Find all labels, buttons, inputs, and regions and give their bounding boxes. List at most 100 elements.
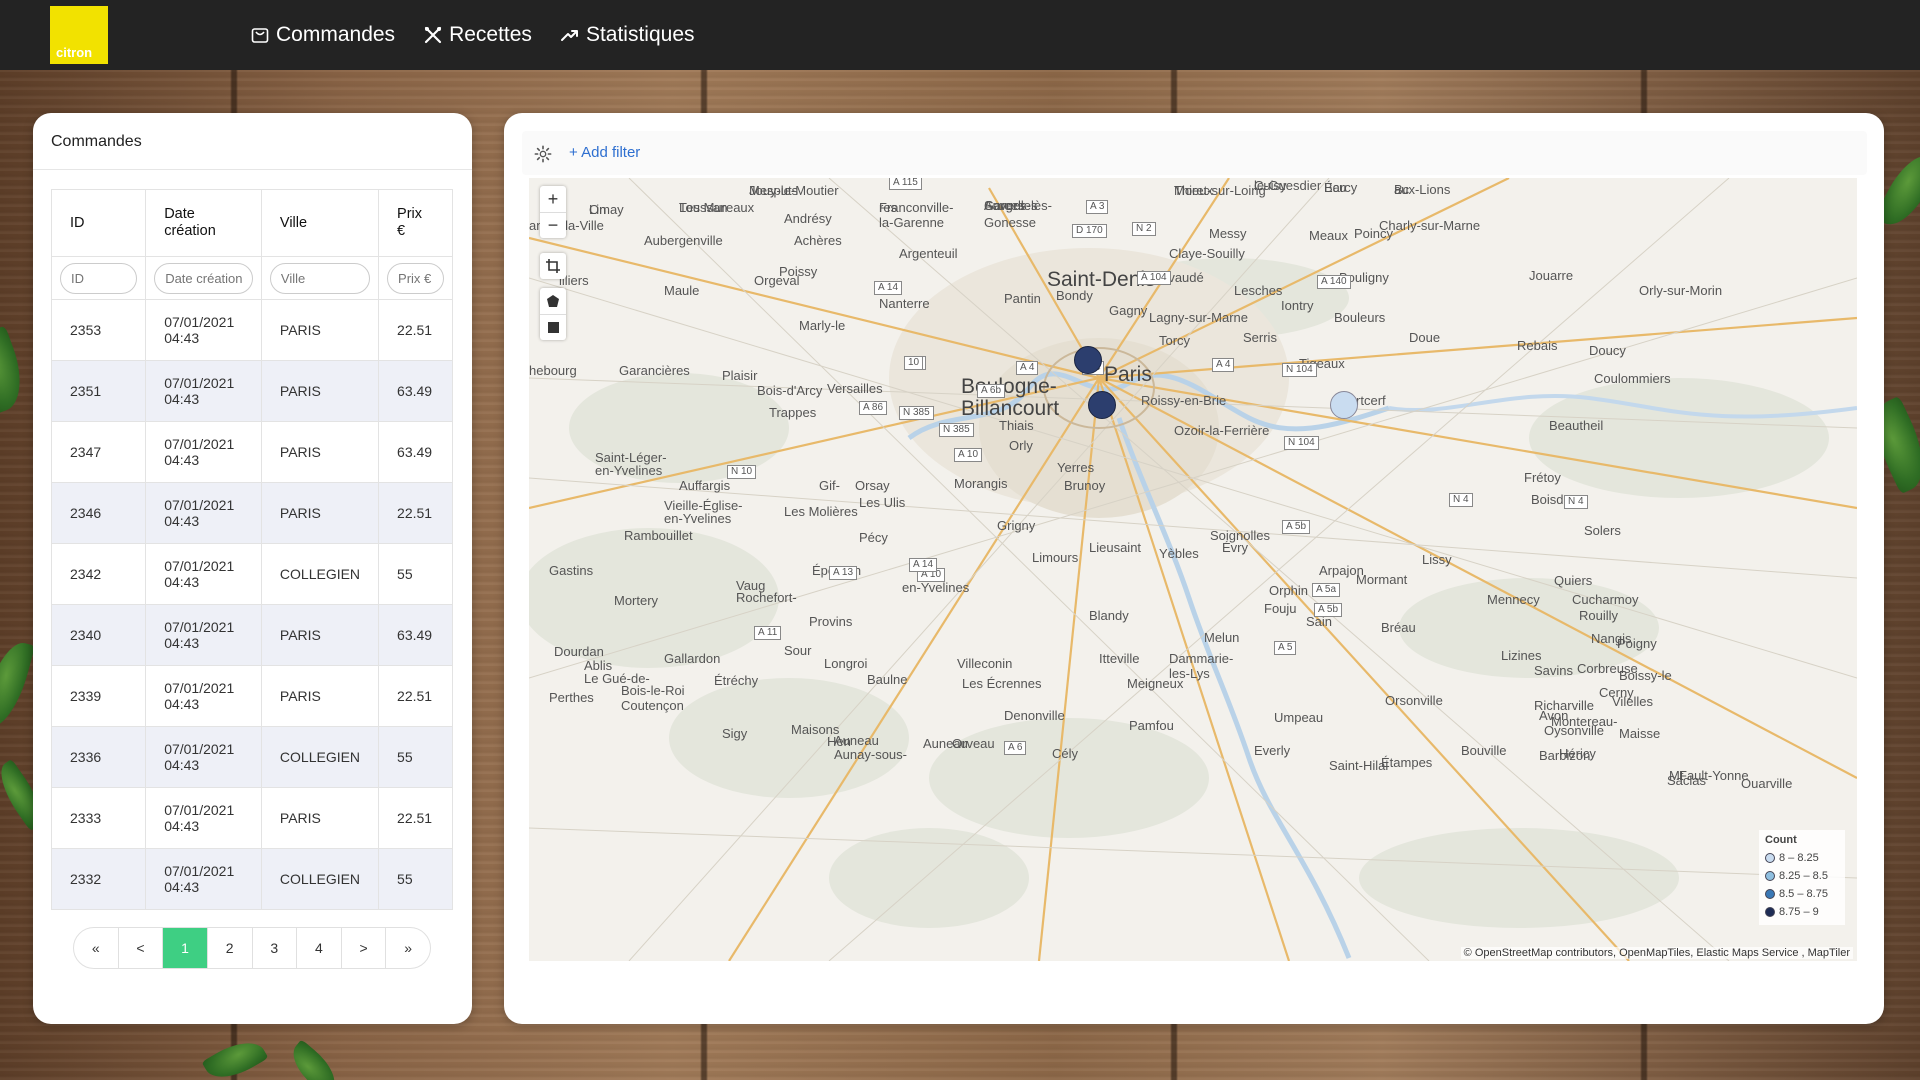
filter-ville-input[interactable] bbox=[269, 262, 371, 294]
page-first-button[interactable]: « bbox=[74, 928, 119, 968]
gear-icon[interactable] bbox=[534, 145, 552, 163]
map-place-label: Auneau bbox=[834, 733, 879, 748]
map-place-label: Gastins bbox=[549, 563, 594, 578]
page-button-1[interactable]: 1 bbox=[163, 928, 208, 968]
map-place-label: Brunoy bbox=[1064, 478, 1106, 493]
map-place-label: Paris bbox=[1104, 363, 1152, 386]
filter-id-input[interactable] bbox=[60, 262, 138, 294]
map-marker-paris-nord[interactable] bbox=[1074, 346, 1102, 374]
map-place-label: Marly-le bbox=[799, 318, 846, 333]
page-button-4[interactable]: 4 bbox=[297, 928, 342, 968]
map-place-label: Auffargis bbox=[679, 478, 731, 493]
map-place-label: Messy bbox=[1209, 226, 1247, 241]
map-place-label: Ouarville bbox=[1741, 776, 1793, 791]
cell-id: 2333 bbox=[50, 787, 147, 849]
cell-prix: 55 bbox=[378, 543, 453, 605]
nav-item-commandes[interactable]: Commandes bbox=[250, 23, 395, 47]
filter-prix-input[interactable] bbox=[387, 262, 444, 294]
column-header-prix[interactable]: Prix € bbox=[378, 189, 453, 257]
map-place-label: Les Ulis bbox=[859, 495, 906, 510]
road-shield: A 3 bbox=[1086, 200, 1109, 214]
road-shield: A 4 bbox=[1016, 361, 1039, 375]
map-place-label: Charly-sur-Marne bbox=[1379, 218, 1481, 233]
column-header-date[interactable]: Date création bbox=[145, 189, 262, 257]
page-next-button[interactable]: > bbox=[342, 928, 387, 968]
road-shield: N 104 bbox=[1282, 363, 1317, 377]
page-button-2[interactable]: 2 bbox=[208, 928, 253, 968]
map-marker-paris-sud[interactable] bbox=[1088, 391, 1116, 419]
table-row[interactable]: 2333 07/01/2021 04:43 PARIS 22.51 bbox=[50, 787, 453, 849]
page-last-button[interactable]: » bbox=[386, 928, 430, 968]
table-row[interactable]: 2353 07/01/2021 04:43 PARIS 22.51 bbox=[50, 299, 453, 361]
road-shield: A 5b bbox=[1282, 520, 1311, 534]
column-header-ville[interactable]: Ville bbox=[260, 189, 380, 257]
map-place-label: Orphin bbox=[1269, 583, 1309, 598]
map-place-label: Savins bbox=[1534, 663, 1574, 678]
table-row[interactable]: 2340 07/01/2021 04:43 PARIS 63.49 bbox=[50, 604, 453, 666]
nav-item-statistiques[interactable]: Statistiques bbox=[560, 23, 695, 47]
legend-dot bbox=[1765, 871, 1775, 881]
road-shield: N 385 bbox=[899, 406, 934, 420]
table-row[interactable]: 2332 07/01/2021 04:43 COLLEGIEN 55 bbox=[50, 848, 453, 910]
map-place-label: Moret-sur-Loing bbox=[1174, 183, 1266, 198]
cell-ville: COLLEGIEN bbox=[260, 726, 380, 788]
map-legend: Count 8 – 8.25 8.25 – 8.5 8.5 – 8.75 8.7… bbox=[1759, 830, 1845, 925]
table-row[interactable]: 2342 07/01/2021 04:43 COLLEGIEN 55 bbox=[50, 543, 453, 605]
map-place-label: Montereau- bbox=[1551, 714, 1618, 729]
cell-date: 07/01/2021 04:43 bbox=[145, 421, 262, 483]
map-place-label: Pantin bbox=[1004, 291, 1041, 306]
map-place-label: Rambouillet bbox=[624, 528, 693, 543]
map-place-label: Villeconin bbox=[957, 656, 1013, 671]
zoom-out-button[interactable]: − bbox=[540, 212, 566, 238]
map-place-label: Maisse bbox=[1619, 726, 1661, 741]
map-marker-collegien[interactable] bbox=[1330, 391, 1358, 419]
table-row[interactable]: 2346 07/01/2021 04:43 PARIS 22.51 bbox=[50, 482, 453, 544]
map-place-label: Andrésy bbox=[784, 211, 832, 226]
cell-id: 2347 bbox=[50, 421, 147, 483]
rectangle-draw-icon[interactable] bbox=[540, 314, 566, 340]
road-shield: A 6 bbox=[1004, 741, 1027, 755]
add-filter-link[interactable]: + Add filter bbox=[569, 144, 640, 161]
road-shield: N 4 bbox=[1449, 493, 1473, 507]
legend-item: 8.25 – 8.5 bbox=[1765, 867, 1839, 885]
polygon-draw-icon[interactable] bbox=[540, 288, 566, 314]
map-place-label: Aunay-sous- bbox=[834, 747, 907, 762]
map-place-label: Baulne bbox=[867, 672, 908, 687]
filter-date-input[interactable] bbox=[154, 262, 253, 294]
crop-icon[interactable] bbox=[540, 253, 566, 279]
cell-date: 07/01/2021 04:43 bbox=[145, 299, 262, 361]
map-place-label: Solers bbox=[1584, 523, 1621, 538]
map-place-label: Maisons bbox=[791, 722, 840, 737]
cell-date: 07/01/2021 04:43 bbox=[145, 665, 262, 727]
column-header-id[interactable]: ID bbox=[50, 189, 147, 257]
map-place-label: Bréau bbox=[1381, 620, 1416, 635]
cell-id: 2342 bbox=[50, 543, 147, 605]
legend-dot bbox=[1765, 889, 1775, 899]
cell-prix: 63.49 bbox=[378, 360, 453, 422]
page-prev-button[interactable]: < bbox=[119, 928, 164, 968]
road-shield: A 4 bbox=[1212, 358, 1235, 372]
table-row[interactable]: 2351 07/01/2021 04:43 PARIS 63.49 bbox=[50, 360, 453, 422]
main-nav: Commandes Recettes Statistiques bbox=[250, 0, 695, 70]
map-place-label: res bbox=[879, 200, 898, 215]
road-shield: N 10 bbox=[727, 465, 757, 479]
zoom-in-button[interactable]: + bbox=[540, 186, 566, 212]
table-row[interactable]: 2336 07/01/2021 04:43 COLLEGIEN 55 bbox=[50, 726, 453, 788]
map-place-label: Gagny bbox=[1109, 303, 1148, 318]
nav-item-recettes[interactable]: Recettes bbox=[423, 23, 532, 47]
map-attribution: © OpenStreetMap contributors, OpenMapTil… bbox=[1460, 947, 1853, 959]
map-view[interactable]: Saint-Denis Paris Boulogne- Billancourt … bbox=[529, 178, 1857, 961]
table-row[interactable]: 2347 07/01/2021 04:43 PARIS 63.49 bbox=[50, 421, 453, 483]
map-place-label: Serris bbox=[1243, 330, 1277, 345]
citron-logo[interactable]: citron bbox=[50, 6, 108, 64]
cell-prix: 55 bbox=[378, 848, 453, 910]
page-button-3[interactable]: 3 bbox=[253, 928, 298, 968]
map-place-label: Cucharmoy bbox=[1572, 592, 1639, 607]
cell-ville: PARIS bbox=[260, 604, 380, 666]
map-place-label: Gallardon bbox=[664, 651, 721, 666]
map-place-label: Grigny bbox=[997, 518, 1036, 533]
road-shield: A 5 bbox=[1274, 641, 1297, 655]
table-row[interactable]: 2339 07/01/2021 04:43 PARIS 22.51 bbox=[50, 665, 453, 727]
map-place-label: Saclas bbox=[1667, 773, 1707, 788]
cell-date: 07/01/2021 04:43 bbox=[145, 360, 262, 422]
